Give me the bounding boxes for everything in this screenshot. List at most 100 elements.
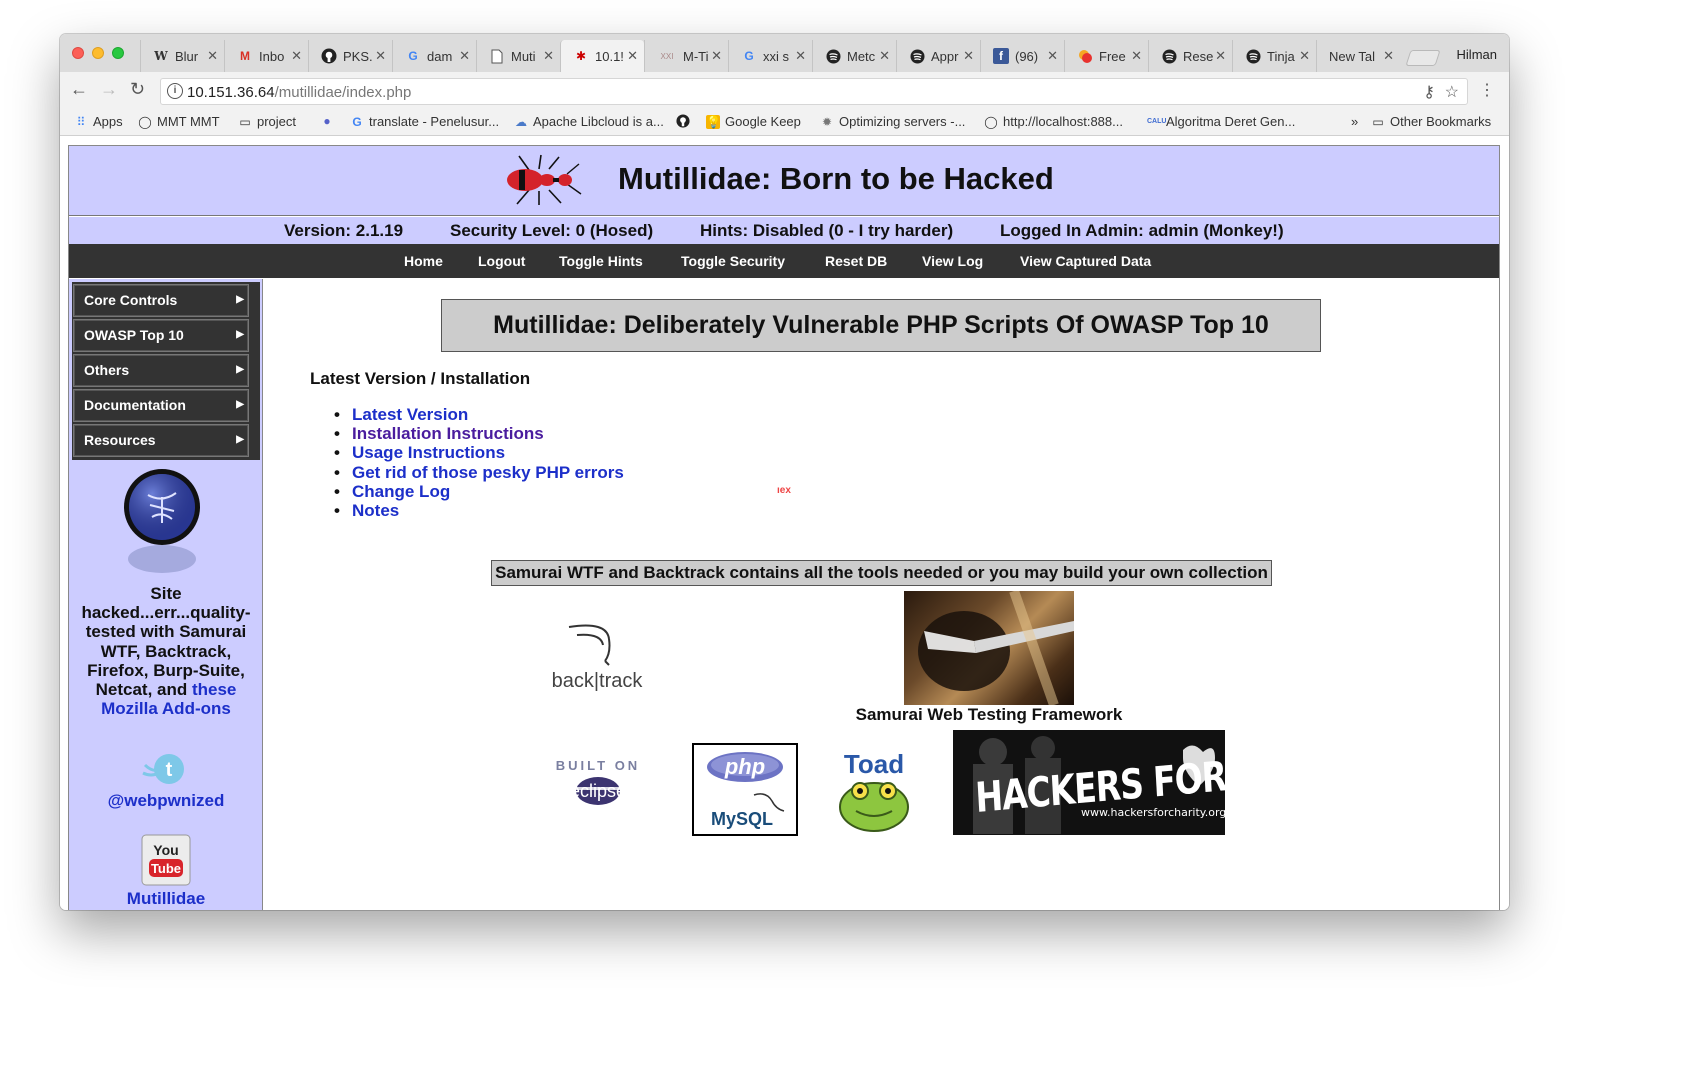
nav-toggle-hints[interactable]: Toggle Hints — [559, 253, 643, 269]
sidebar-item-label: Others — [84, 362, 130, 378]
star-icon[interactable]: ☆ — [1445, 82, 1459, 102]
twitter-bird-icon[interactable]: t — [139, 751, 193, 789]
bookmark-project[interactable]: ▭ project — [238, 114, 296, 129]
back-arrow-icon[interactable]: ← — [70, 79, 88, 100]
hackers-for-charity-banner[interactable]: HACKERS FOR CHARITY www.hackersforcharit… — [953, 730, 1225, 835]
new-tab-button[interactable] — [1405, 50, 1441, 66]
backtrack-logo[interactable]: back|track — [547, 619, 647, 691]
notes-link[interactable]: Notes — [352, 501, 399, 520]
browser-tab[interactable]: M Inbo ✕ — [224, 40, 308, 72]
close-icon[interactable]: ✕ — [1131, 48, 1142, 64]
bookmark-google-keep[interactable]: 💡 Google Keep — [706, 114, 801, 129]
close-window-button[interactable] — [72, 47, 84, 59]
google-icon: G — [352, 114, 362, 129]
bookmark-localhost[interactable]: ◯ http://localhost:888... — [984, 114, 1123, 129]
browser-tab[interactable]: Muti ✕ — [476, 40, 560, 72]
browser-tab-active[interactable]: ✱ 10.1! ✕ — [560, 40, 644, 72]
close-icon[interactable]: ✕ — [795, 48, 806, 64]
bookmark-translate[interactable]: Gtranslate - Penelusur... — [350, 114, 499, 129]
close-icon[interactable]: ✕ — [459, 48, 470, 64]
other-bookmarks[interactable]: ▭ Other Bookmarks — [1371, 114, 1491, 129]
address-bar[interactable]: i 10.151.36.64/mutillidae/index.php ⚷ ☆ — [160, 78, 1468, 105]
nav-home[interactable]: Home — [404, 253, 443, 269]
sidebar-item-others[interactable]: Others ▶ — [73, 354, 249, 387]
sidebar-menu: Core Controls ▶ OWASP Top 10 ▶ Others ▶ Doc… — [72, 282, 260, 460]
bookmarks-overflow-button[interactable]: » — [1351, 114, 1358, 129]
close-icon[interactable]: ✕ — [291, 48, 302, 64]
nav-reset-db[interactable]: Reset DB — [825, 253, 887, 269]
more-menu-icon[interactable]: ⋮ — [1479, 80, 1495, 100]
url-text[interactable]: 10.151.36.64/mutillidae/index.php — [187, 84, 411, 101]
close-icon[interactable]: ✕ — [711, 48, 722, 64]
top-nav: Home Logout Toggle Hints Toggle Security… — [69, 244, 1499, 278]
installation-instructions-link[interactable]: Installation Instructions — [352, 424, 544, 443]
usage-instructions-link[interactable]: Usage Instructions — [352, 443, 505, 462]
bookmarks-bar: ⠿ Apps ◯ MMT MMT ▭ project ● Gtranslate - P… — [60, 110, 1509, 136]
close-icon[interactable]: ✕ — [963, 48, 974, 64]
browser-tab[interactable]: W Blur ✕ — [140, 40, 224, 72]
minimize-window-button[interactable] — [92, 47, 104, 59]
twitter-link[interactable]: @webpwnized — [69, 791, 263, 811]
tab-label: Rese — [1183, 48, 1213, 64]
sidebar-item-owasp-top-10[interactable]: OWASP Top 10 ▶ — [73, 319, 249, 352]
browser-tab[interactable]: PKS. ✕ — [308, 40, 392, 72]
nav-toggle-security[interactable]: Toggle Security — [681, 253, 785, 269]
bookmark-algoritma[interactable]: CALU Algoritma Deret Gen... — [1147, 114, 1295, 129]
browser-tab[interactable]: Metc ✕ — [812, 40, 896, 72]
mutillidae-page: Mutillidae: Born to be Hacked Version: 2… — [68, 145, 1500, 910]
browser-tab[interactable]: New Tal ✕ — [1316, 40, 1400, 72]
close-icon[interactable]: ✕ — [207, 48, 218, 64]
close-icon[interactable]: ✕ — [879, 48, 890, 64]
browser-tab[interactable]: f (96) ✕ — [980, 40, 1064, 72]
nav-view-captured-data[interactable]: View Captured Data — [1020, 253, 1151, 269]
browser-tab[interactable]: G dam ✕ — [392, 40, 476, 72]
youtube-link[interactable]: Mutillidae — [69, 889, 263, 909]
latest-version-link[interactable]: Latest Version — [352, 405, 468, 424]
php-errors-link[interactable]: Get rid of those pesky PHP errors — [352, 463, 624, 482]
bookmark-libcloud[interactable]: ☁ Apache Libcloud is a... — [514, 114, 664, 129]
bookmark-mmt[interactable]: ◯ MMT MMT — [138, 114, 220, 129]
close-icon[interactable]: ✕ — [1047, 48, 1058, 64]
bookmark-github[interactable] — [676, 114, 695, 128]
youtube-logo-text: You — [153, 842, 178, 858]
change-log-link[interactable]: Change Log — [352, 482, 450, 501]
reload-icon[interactable]: ↻ — [130, 79, 145, 100]
browser-tab[interactable]: XXI M-Ti ✕ — [644, 40, 728, 72]
browser-tab[interactable]: G xxi s ✕ — [728, 40, 812, 72]
profile-name[interactable]: Hilman — [1457, 47, 1497, 62]
key-icon[interactable]: ⚷ — [1423, 82, 1435, 102]
sidebar-credits: Site hacked...err...quality-tested with … — [75, 584, 257, 718]
browser-tab[interactable]: Appr ✕ — [896, 40, 980, 72]
bookmark-globe[interactable]: ● — [320, 114, 339, 128]
nav-logout[interactable]: Logout — [478, 253, 525, 269]
php-mysql-logo[interactable]: php MySQL — [692, 743, 798, 836]
close-icon[interactable]: ✕ — [627, 48, 638, 64]
page-headline: Mutillidae: Deliberately Vulnerable PHP … — [441, 299, 1321, 352]
eclipse-logo[interactable]: BUILT ON eclipse — [552, 757, 644, 813]
samurai-sword-image[interactable] — [904, 591, 1074, 705]
close-icon[interactable]: ✕ — [375, 48, 386, 64]
toad-logo[interactable]: Toad — [834, 745, 924, 835]
sidebar-item-label: OWASP Top 10 — [84, 327, 184, 343]
browser-tab[interactable]: Tinja ✕ — [1232, 40, 1316, 72]
forward-arrow-icon[interactable]: → — [100, 79, 118, 100]
browser-tab[interactable]: Free ✕ — [1064, 40, 1148, 72]
sidebar-item-documentation[interactable]: Documentation ▶ — [73, 389, 249, 422]
browser-tab[interactable]: Rese ✕ — [1148, 40, 1232, 72]
close-icon[interactable]: ✕ — [543, 48, 554, 64]
close-icon[interactable]: ✕ — [1215, 48, 1226, 64]
bookmark-apps[interactable]: ⠿ Apps — [74, 114, 123, 129]
info-icon[interactable]: i — [167, 83, 183, 99]
sidebar-item-resources[interactable]: Resources ▶ — [73, 424, 249, 457]
zoom-window-button[interactable] — [112, 47, 124, 59]
sidebar-item-core-controls[interactable]: Core Controls ▶ — [73, 284, 249, 317]
close-icon[interactable]: ✕ — [1299, 48, 1310, 64]
sword-icon — [918, 591, 1074, 705]
bookmark-label: MMT MMT — [157, 114, 220, 129]
youtube-icon[interactable]: You Tube — [140, 833, 192, 887]
close-icon[interactable]: ✕ — [1383, 48, 1394, 64]
nav-view-log[interactable]: View Log — [922, 253, 983, 269]
list-item: Get rid of those pesky PHP errors — [334, 463, 624, 482]
caret-right-icon: ▶ — [236, 294, 244, 305]
bookmark-optimizing[interactable]: ✹ Optimizing servers -... — [820, 114, 965, 129]
